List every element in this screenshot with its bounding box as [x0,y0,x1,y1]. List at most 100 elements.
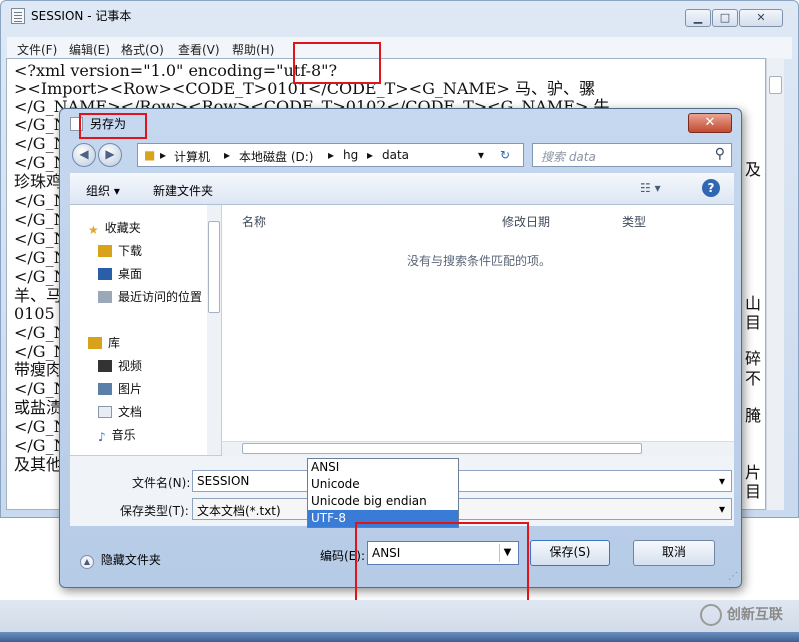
file-list: 名称 修改日期 类型 没有与搜索条件匹配的项。 [222,205,734,441]
library-icon [88,337,102,349]
chevron-up-icon: ▲ [80,555,94,569]
search-placeholder: 搜索 data [541,150,596,164]
download-folder-icon [98,245,112,257]
menu-edit[interactable]: 编辑(E) [69,41,110,58]
notepad-title: SESSION - 记事本 [31,9,132,23]
filename-value: SESSION [197,474,250,488]
forward-arrow-icon[interactable]: ▶ [98,143,122,167]
desktop-icon [98,268,112,280]
crumb-separator: ▸ [160,148,167,162]
nav-music[interactable]: ♪ 音乐 [98,426,136,444]
back-arrow-icon[interactable]: ◀ [72,143,96,167]
crumb-separator: ▸ [224,148,231,162]
notepad-icon [11,8,25,24]
search-input[interactable]: 搜索 data ⚲ [532,143,732,167]
logo-icon [700,604,722,626]
filetype-value: 文本文档(*.txt) [197,504,281,518]
new-folder-button[interactable]: 新建文件夹 [153,182,213,199]
nav-label: 视频 [118,359,143,373]
nav-favorites[interactable]: ★ 收藏夹 [88,219,141,237]
watermark-logo: 创新互联 [700,604,783,626]
dialog-toolbar: 组织 ▾ 新建文件夹 ☷ ▾ ? [70,173,734,205]
help-icon[interactable]: ? [702,179,720,197]
documents-icon [98,406,112,418]
recent-places-icon [98,291,112,303]
column-type[interactable]: 类型 [622,213,646,230]
encoding-dropdown: ANSI Unicode Unicode big endian UTF-8 [307,458,459,528]
crumb-hg[interactable]: hg [343,148,358,162]
encoding-option[interactable]: Unicode big endian [308,493,458,510]
encoding-option[interactable]: ANSI [308,459,458,476]
nav-label: 音乐 [111,428,136,442]
menu-help[interactable]: 帮助(H) [232,41,274,58]
text-fragment: 目 [745,482,762,501]
nav-label: 收藏夹 [104,221,141,235]
navigation-pane: ★ 收藏夹 下载 桌面 最近访问的位置 库 视频 图片 文档 ♪ 音乐 [70,205,220,455]
folder-icon: ■ [144,148,156,162]
refresh-icon[interactable]: ↻ [500,148,510,162]
nav-documents[interactable]: 文档 [98,403,142,420]
text-line: <?xml version="1.0" encoding="utf-8"? [14,61,338,80]
nav-label: 最近访问的位置 [118,290,203,304]
save-button[interactable]: 保存(S) [530,540,610,566]
filename-input[interactable]: SESSION ▾ [192,470,732,492]
nav-label: 桌面 [118,267,143,281]
nav-pictures[interactable]: 图片 [98,380,142,397]
chevron-down-icon[interactable]: ▾ [719,474,725,488]
pictures-icon [98,383,112,395]
nav-scrollbar[interactable] [207,205,221,455]
cancel-button[interactable]: 取消 [633,540,715,566]
nav-label: 库 [108,336,121,350]
text-line: 或盐渍 [14,398,63,417]
filename-label: 文件名(N): [132,476,191,490]
star-icon: ★ [88,223,99,237]
search-icon[interactable]: ⚲ [715,146,725,162]
menu-view[interactable]: 查看(V) [178,41,220,58]
column-name[interactable]: 名称 [242,213,266,230]
text-line: 0105 [14,304,55,323]
crumb-separator: ▸ [367,148,374,162]
text-line: 带瘦肉 [14,360,63,379]
crumb-drive[interactable]: 本地磁盘 (D:) [239,148,313,165]
menu-bar: 文件(F) 编辑(E) 格式(O) 查看(V) 帮助(H) [7,37,792,59]
address-bar[interactable]: ■ ▸ 计算机 ▸ 本地磁盘 (D:) ▸ hg ▸ data ▾ ↻ [137,143,524,167]
menu-format[interactable]: 格式(O) [121,41,164,58]
resize-grip-icon[interactable]: ⋰ [728,571,740,583]
view-options-icon[interactable]: ☷ ▾ [640,181,661,195]
nav-libraries[interactable]: 库 [88,334,120,351]
watermark-text: 创新互联 [726,607,783,623]
filetype-select[interactable]: 文本文档(*.txt) ▾ [192,498,732,520]
column-date[interactable]: 修改日期 [502,213,550,230]
encoding-option[interactable]: Unicode [308,476,458,493]
vertical-scrollbar[interactable] [766,58,784,510]
hide-folders-toggle[interactable]: ▲ 隐藏文件夹 [80,551,161,569]
text-fragment: 及 [745,160,762,179]
minimize-button[interactable]: ▁ [685,9,711,27]
chevron-down-icon[interactable]: ▾ [478,148,484,162]
hide-folders-label: 隐藏文件夹 [100,553,161,567]
text-line: 及其他 [14,455,63,474]
music-icon: ♪ [98,430,106,444]
maximize-button[interactable]: □ [712,9,738,27]
text-fragment: 腌 [745,406,762,425]
nav-videos[interactable]: 视频 [98,357,142,374]
organize-button[interactable]: 组织 ▾ [86,182,120,199]
menu-file[interactable]: 文件(F) [17,41,57,58]
nav-label: 下载 [118,244,143,258]
nav-desktop[interactable]: 桌面 [98,265,142,282]
video-icon [98,360,112,372]
nav-recent[interactable]: 最近访问的位置 [98,288,202,305]
chevron-down-icon[interactable]: ▾ [719,502,725,516]
nav-label: 文档 [118,405,143,419]
crumb-data[interactable]: data [382,148,409,162]
crumb-separator: ▸ [328,148,335,162]
close-button[interactable]: ✕ [739,9,783,27]
nav-label: 图片 [118,382,143,396]
empty-message: 没有与搜索条件匹配的项。 [407,254,552,268]
dialog-close-button[interactable]: ✕ [688,113,732,133]
nav-downloads[interactable]: 下载 [98,242,142,259]
horizontal-scrollbar[interactable] [222,441,734,456]
text-fragment: 不 [745,369,762,388]
crumb-computer[interactable]: 计算机 [174,148,210,165]
text-line: 羊、马 [14,286,63,305]
